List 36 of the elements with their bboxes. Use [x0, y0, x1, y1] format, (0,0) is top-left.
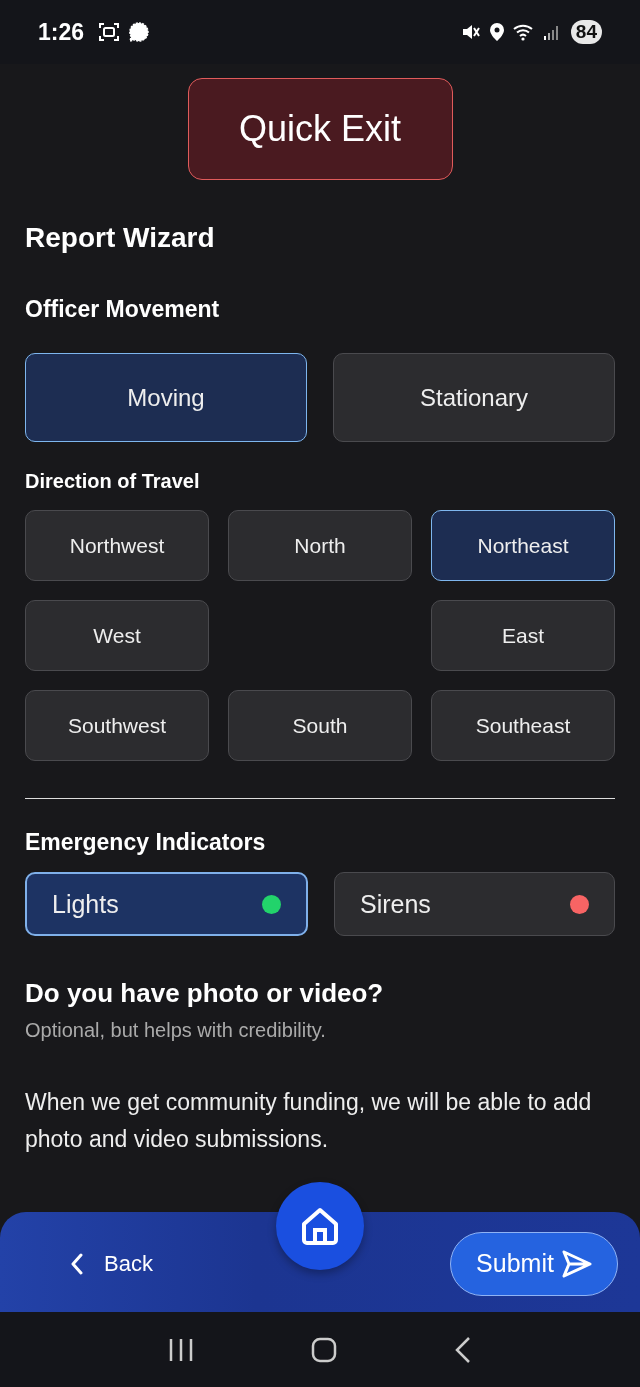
chat-bubble-icon: [128, 21, 151, 43]
direction-option[interactable]: Northwest: [25, 510, 209, 581]
direction-option[interactable]: East: [431, 600, 615, 671]
hint-text: Optional, but helps with credibility.: [25, 1019, 327, 1042]
page-title: Report Wizard: [25, 222, 216, 254]
direction-option[interactable]: Southeast: [431, 690, 615, 761]
send-icon: [561, 1249, 592, 1278]
movement-option[interactable]: Moving: [25, 353, 307, 442]
movement-option[interactable]: Stationary: [333, 353, 615, 442]
location-icon: [488, 22, 505, 42]
direction-option[interactable]: South: [228, 690, 412, 761]
section-heading: Direction of Travel: [25, 470, 201, 493]
screenshot-icon: [98, 22, 121, 42]
section-heading: Emergency Indicators: [25, 829, 267, 856]
question-heading: Do you have photo or video?: [25, 978, 385, 1009]
signal-icon: [542, 23, 561, 41]
quick-exit-button[interactable]: Quick Exit: [187, 78, 453, 180]
direction-option[interactable]: West: [25, 600, 209, 671]
home-nav-icon[interactable]: [311, 1336, 337, 1363]
battery-level: 84: [570, 20, 602, 44]
direction-option[interactable]: North: [228, 510, 412, 581]
recent-apps-icon[interactable]: [168, 1337, 195, 1362]
status-time: 1:26: [38, 18, 85, 46]
home-button[interactable]: [276, 1182, 364, 1270]
mute-icon: [460, 22, 481, 42]
section-heading: Officer Movement: [25, 296, 221, 323]
submit-button[interactable]: Submit: [450, 1231, 618, 1296]
indicator-toggle[interactable]: Sirens: [334, 872, 615, 936]
indicator-toggle[interactable]: Lights: [25, 872, 308, 936]
direction-option[interactable]: Southwest: [25, 690, 209, 761]
direction-option[interactable]: Northeast: [431, 510, 615, 581]
chevron-left-icon: [70, 1252, 84, 1275]
info-paragraph: When we get community funding, we will be able to add photo and video submissions.: [25, 1088, 593, 1154]
back-button[interactable]: Back: [70, 1250, 153, 1277]
wifi-icon: [512, 23, 535, 41]
back-nav-icon[interactable]: [453, 1335, 472, 1364]
